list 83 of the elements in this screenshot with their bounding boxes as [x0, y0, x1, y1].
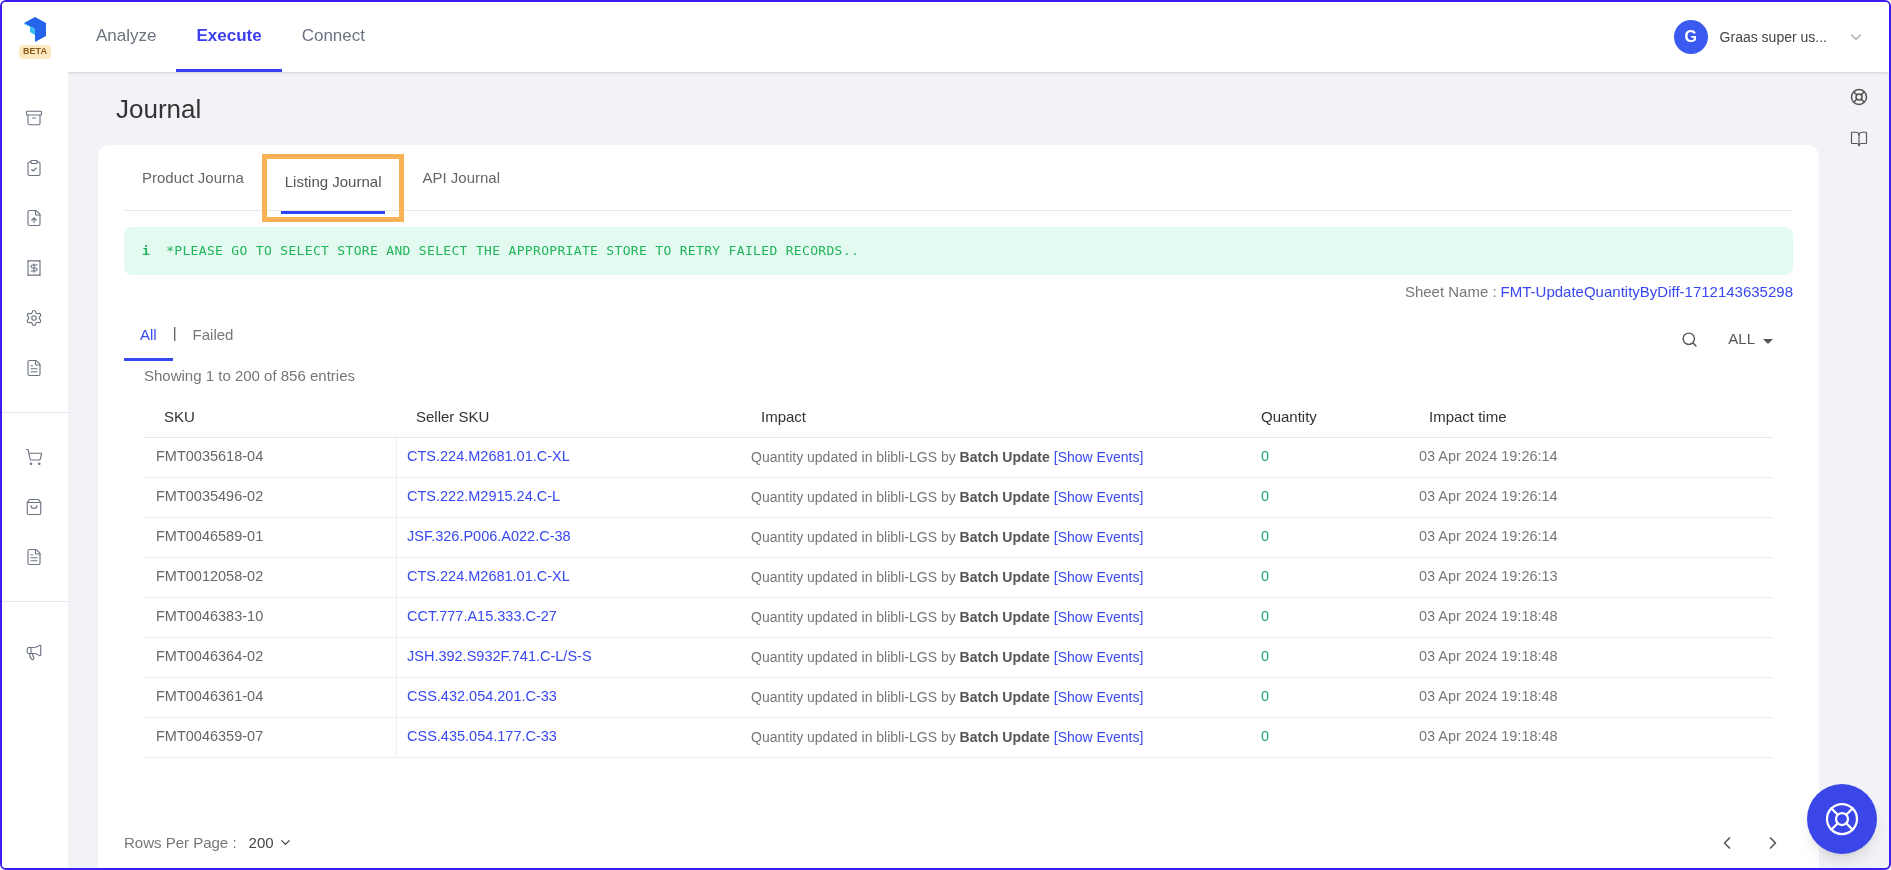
sku-cell-text: FMT0012058-02 — [155, 567, 265, 587]
impact-time-cell-text: 03 Apr 2024 19:18:48 — [1418, 687, 1559, 707]
alert-text: *PLEASE GO TO SELECT STORE AND SELECT THE APPROPRIATE STORE TO RETRY FAILED RECORDS.. — [166, 242, 860, 261]
show-events-link[interactable]: [Show Events] — [1053, 566, 1144, 588]
show-events-link[interactable]: [Show Events] — [1053, 486, 1144, 508]
impact-time-cell-text: 03 Apr 2024 19:26:14 — [1418, 447, 1559, 467]
seller-sku-link[interactable]: CTS.224.M2681.01.C-XL — [396, 437, 741, 477]
impact-time-cell-text: 03 Apr 2024 19:18:48 — [1418, 647, 1559, 667]
impact-text: Quantity updated in blibli-LGS by Batch Update — [751, 607, 1050, 627]
lifebuoy-icon[interactable] — [1850, 88, 1868, 106]
sku-cell-text: FMT0046361-04 — [155, 687, 265, 707]
caret-icon — [1763, 338, 1773, 344]
impact-time-cell-text: 03 Apr 2024 19:26:14 — [1418, 527, 1559, 547]
nav-tab[interactable]: Analyze — [76, 2, 177, 72]
sku-cell-text: FMT0046589-01 — [155, 527, 265, 547]
sheet-name-link[interactable]: FMT-UpdateQuantityByDiff-1712143635298 — [1500, 281, 1793, 304]
lifebuoy-icon — [1824, 801, 1860, 837]
impact-text: Quantity updated in blibli-LGS by Batch Update — [751, 447, 1050, 467]
archive-icon[interactable] — [25, 108, 45, 128]
sku-cell-text: FMT0046364-02 — [155, 647, 265, 667]
filter-tab[interactable]: All — [124, 317, 173, 361]
seller-sku-link[interactable]: JSF.326.P006.A022.C-38 — [396, 517, 741, 557]
info-icon: i — [142, 241, 151, 261]
quantity-cell-text: 0 — [1260, 607, 1271, 627]
quantity-cell-text: 0 — [1260, 487, 1271, 507]
cart-icon[interactable] — [25, 447, 45, 467]
filter-tab[interactable]: Failed — [176, 317, 250, 361]
impact-time-cell-text: 03 Apr 2024 19:26:14 — [1418, 487, 1559, 507]
quantity-cell-text: 0 — [1260, 727, 1271, 747]
impact-text: Quantity updated in blibli-LGS by Batch Update — [751, 727, 1050, 747]
impact-time-cell-text: 03 Apr 2024 19:26:13 — [1418, 567, 1559, 587]
journal-tab[interactable]: API Journal — [404, 166, 518, 210]
sku-cell-text: FMT0035618-04 — [155, 447, 265, 467]
seller-sku-link[interactable]: JSH.392.S932F.741.C-L/S-S — [396, 637, 741, 677]
entries-count: Showing 1 to 200 of 856 entries — [144, 366, 356, 386]
sheet-name-label: Sheet Name : — [1404, 282, 1497, 302]
seller-sku-link[interactable]: CSS.435.054.177.C-33 — [396, 717, 741, 757]
quantity-cell-text: 0 — [1260, 647, 1271, 667]
column-header: Quantity — [1260, 406, 1318, 427]
impact-time-cell-text: 03 Apr 2024 19:18:48 — [1418, 727, 1559, 747]
journal-tab[interactable]: Listing Journal — [280, 170, 386, 214]
impact-text: Quantity updated in blibli-LGS by Batch Update — [751, 527, 1050, 547]
impact-text: Quantity updated in blibli-LGS by Batch Update — [751, 647, 1050, 667]
column-header: SKU — [163, 406, 196, 427]
logo-cube-icon — [22, 15, 48, 44]
rows-per-page-dropdown[interactable]: 200 — [248, 831, 293, 854]
quantity-cell-text: 0 — [1260, 527, 1271, 547]
show-events-link[interactable]: [Show Events] — [1053, 646, 1144, 668]
journal-tab[interactable]: Product Journa — [124, 166, 262, 210]
impact-time-cell-text: 03 Apr 2024 19:18:48 — [1418, 607, 1559, 627]
user-avatar[interactable]: G — [1673, 20, 1708, 54]
search-icon[interactable] — [1681, 330, 1699, 348]
seller-sku-link[interactable]: CSS.432.054.201.C-33 — [396, 677, 741, 717]
quantity-cell-text: 0 — [1260, 687, 1271, 707]
user-name: Graas super us... — [1719, 27, 1827, 47]
help-button[interactable] — [1807, 784, 1877, 854]
sku-cell-text: FMT0035496-02 — [155, 487, 265, 507]
book-icon[interactable] — [1850, 130, 1868, 148]
rows-per-page-label: Rows Per Page : — [124, 832, 237, 853]
page-title: Journal — [116, 93, 203, 126]
seller-sku-link[interactable]: CTS.222.M2915.24.C-L — [396, 477, 741, 517]
show-events-link[interactable]: [Show Events] — [1053, 686, 1144, 708]
nav-tab[interactable]: Connect — [281, 2, 385, 72]
sku-cell-text: FMT0046359-07 — [155, 727, 265, 747]
impact-text: Quantity updated in blibli-LGS by Batch Update — [751, 687, 1050, 707]
filter-separator: | — [172, 323, 177, 343]
show-events-link[interactable]: [Show Events] — [1053, 526, 1144, 548]
column-header: Seller SKU — [415, 406, 491, 427]
beta-badge: BETA — [19, 45, 51, 59]
nav-tab[interactable]: Execute — [176, 2, 282, 72]
quantity-cell-text: 0 — [1260, 447, 1271, 467]
show-events-link[interactable]: [Show Events] — [1053, 446, 1144, 468]
seller-sku-link[interactable]: CTS.224.M2681.01.C-XL — [396, 557, 741, 597]
sku-cell-text: FMT0046383-10 — [155, 607, 265, 627]
status-dropdown[interactable]: ALL — [1728, 328, 1773, 351]
column-header: Impact — [760, 406, 807, 427]
quantity-cell-text: 0 — [1260, 567, 1271, 587]
impact-text: Quantity updated in blibli-LGS by Batch Update — [751, 487, 1050, 507]
seller-sku-link[interactable]: CCT.777.A15.333.C-27 — [396, 597, 741, 637]
show-events-link[interactable]: [Show Events] — [1053, 726, 1144, 748]
column-header: Impact time — [1428, 406, 1508, 427]
show-events-link[interactable]: [Show Events] — [1053, 606, 1144, 628]
impact-text: Quantity updated in blibli-LGS by Batch Update — [751, 567, 1050, 587]
